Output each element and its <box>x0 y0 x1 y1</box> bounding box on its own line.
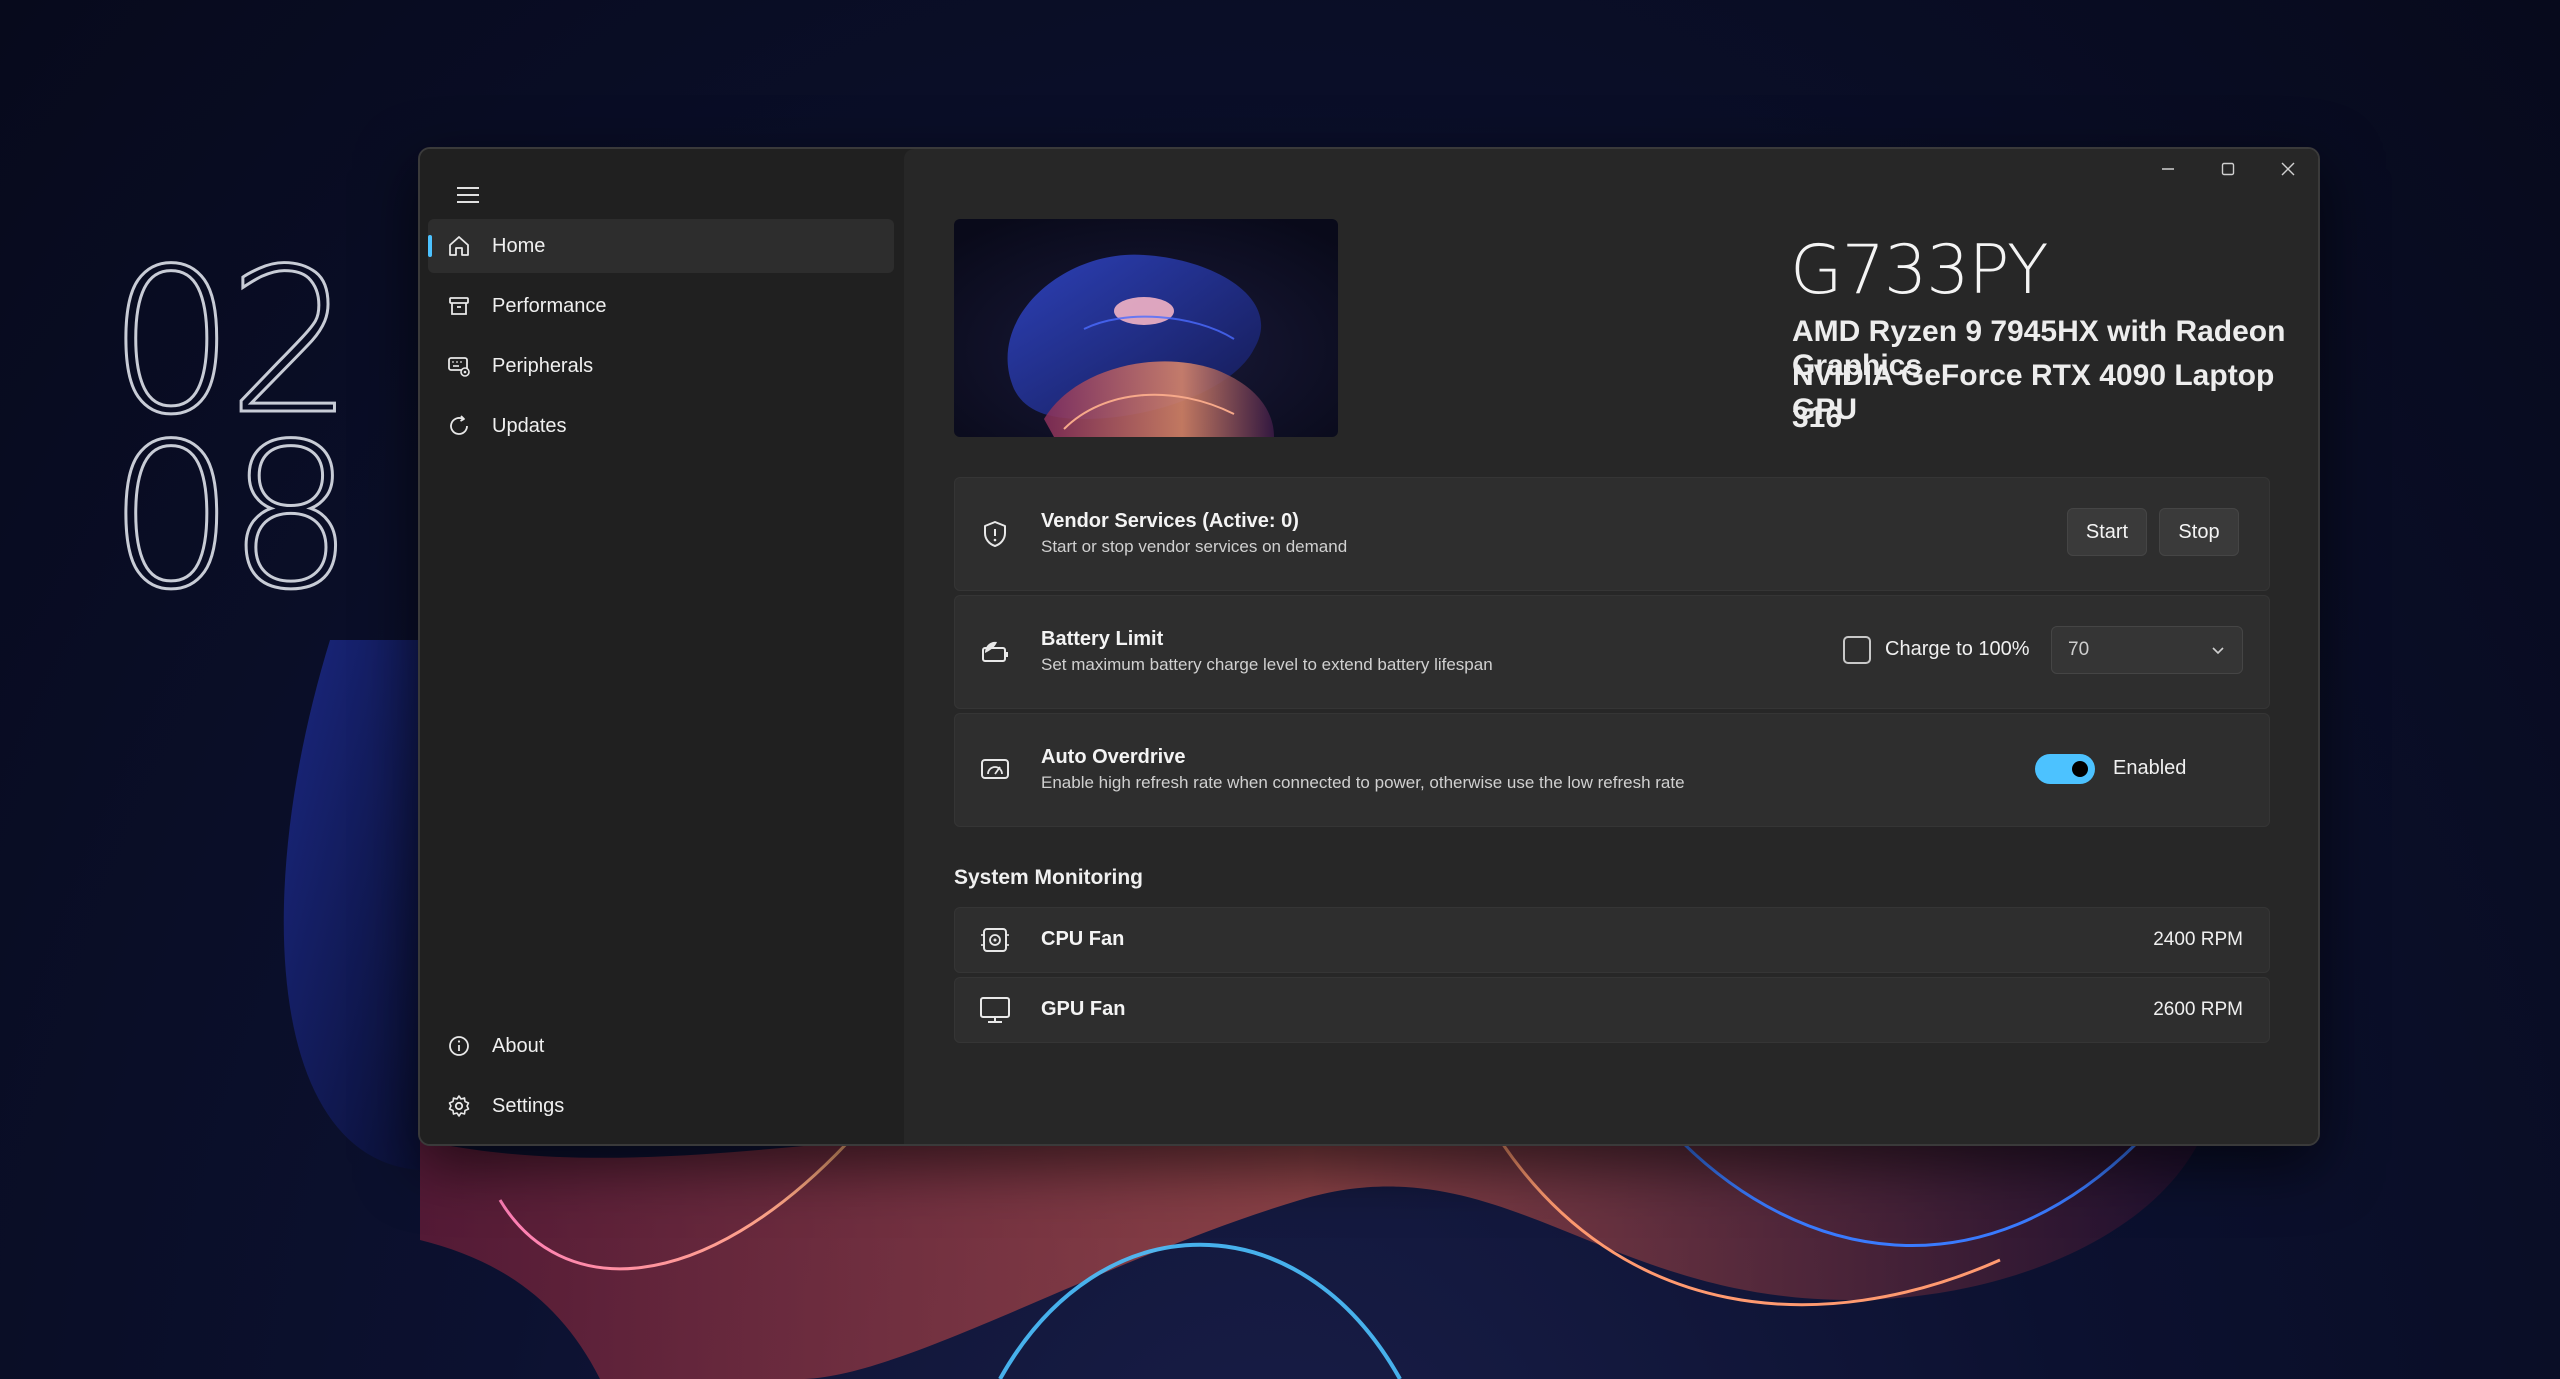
refresh-icon <box>446 413 472 439</box>
gpu-fan-value: 2600 RPM <box>2153 999 2243 1020</box>
clock-minutes: 08 <box>107 401 357 634</box>
sidebar-item-home[interactable]: Home <box>428 219 894 273</box>
sidebar-item-label: Updates <box>492 414 567 437</box>
cpu-fan-icon <box>979 924 1011 956</box>
battery-limit-value: 70 <box>2068 639 2090 660</box>
sidebar-item-label: Home <box>492 234 546 257</box>
device-gpu: NVIDIA GeForce RTX 4090 Laptop GPU <box>1792 359 2275 426</box>
auto-overdrive-state: Enabled <box>2113 757 2187 779</box>
charge-full-label: Charge to 100% <box>1885 638 2030 660</box>
gpu-fan-label: GPU Fan <box>1041 998 1126 1020</box>
main-content: G733PY AMD Ryzen 9 7945HX with Radeon Gr… <box>904 149 2318 1144</box>
sidebar-item-settings[interactable]: Settings <box>428 1079 894 1133</box>
desktop-clock: 02 08 <box>107 241 358 634</box>
window-caption-buttons <box>2138 149 2318 189</box>
charge-full-checkbox[interactable] <box>1843 636 1871 664</box>
close-icon <box>2281 162 2295 176</box>
device-extra: 316 <box>1792 401 1843 434</box>
monitor-icon <box>979 994 1011 1026</box>
sidebar-item-about[interactable]: About <box>428 1019 894 1073</box>
toggle-knob <box>2072 761 2088 777</box>
auto-overdrive-toggle[interactable] <box>2035 754 2095 784</box>
chevron-down-icon <box>2208 641 2228 661</box>
sidebar-item-label: Peripherals <box>492 354 594 377</box>
cpu-fan-row: CPU Fan 2400 RPM <box>954 907 2270 973</box>
sidebar-item-label: Performance <box>492 294 607 317</box>
device-model: G733PY <box>1790 231 2049 310</box>
minimize-button[interactable] <box>2138 149 2198 189</box>
auto-overdrive-card: Auto Overdrive Enable high refresh rate … <box>954 713 2270 827</box>
maximize-icon <box>2221 162 2235 176</box>
sidebar-item-label: Settings <box>492 1094 565 1117</box>
stop-services-button[interactable]: Stop <box>2159 508 2239 556</box>
auto-overdrive-description: Enable high refresh rate when connected … <box>1041 773 1685 792</box>
sidebar-item-performance[interactable]: Performance <box>428 279 894 333</box>
battery-limit-card: Battery Limit Set maximum battery charge… <box>954 595 2270 709</box>
info-icon <box>446 1033 472 1059</box>
menu-toggle-button[interactable] <box>444 171 492 219</box>
close-button[interactable] <box>2258 149 2318 189</box>
hamburger-icon <box>457 187 479 203</box>
archive-icon <box>446 293 472 319</box>
sidebar-item-peripherals[interactable]: Peripherals <box>428 339 894 393</box>
app-window: Home Performance Peripherals Updates Abo <box>418 147 2320 1146</box>
device-image <box>954 219 1338 437</box>
auto-overdrive-title: Auto Overdrive <box>1041 746 1186 768</box>
gear-icon <box>446 1093 472 1119</box>
gpu-fan-row: GPU Fan 2600 RPM <box>954 977 2270 1043</box>
sidebar: Home Performance Peripherals Updates Abo <box>420 149 904 1144</box>
keyboard-gear-icon <box>446 353 472 379</box>
battery-limit-select[interactable]: 70 <box>2051 626 2243 674</box>
cpu-fan-value: 2400 RPM <box>2153 929 2243 950</box>
start-services-button[interactable]: Start <box>2067 508 2147 556</box>
system-monitoring-title: System Monitoring <box>954 866 1144 889</box>
vendor-services-description: Start or stop vendor services on demand <box>1041 537 1348 556</box>
active-indicator <box>428 235 432 257</box>
battery-leaf-icon <box>979 636 1011 668</box>
cpu-fan-label: CPU Fan <box>1041 928 1125 950</box>
home-icon <box>446 233 472 259</box>
minimize-icon <box>2162 168 2174 170</box>
sidebar-item-updates[interactable]: Updates <box>428 399 894 453</box>
vendor-services-title: Vendor Services (Active: 0) <box>1041 510 1299 532</box>
maximize-button[interactable] <box>2198 149 2258 189</box>
battery-limit-description: Set maximum battery charge level to exte… <box>1041 655 1493 674</box>
vendor-services-card: Vendor Services (Active: 0) Start or sto… <box>954 477 2270 591</box>
display-gauge-icon <box>979 754 1011 786</box>
shield-icon <box>979 518 1011 550</box>
battery-limit-title: Battery Limit <box>1041 628 1164 650</box>
sidebar-item-label: About <box>492 1034 545 1057</box>
